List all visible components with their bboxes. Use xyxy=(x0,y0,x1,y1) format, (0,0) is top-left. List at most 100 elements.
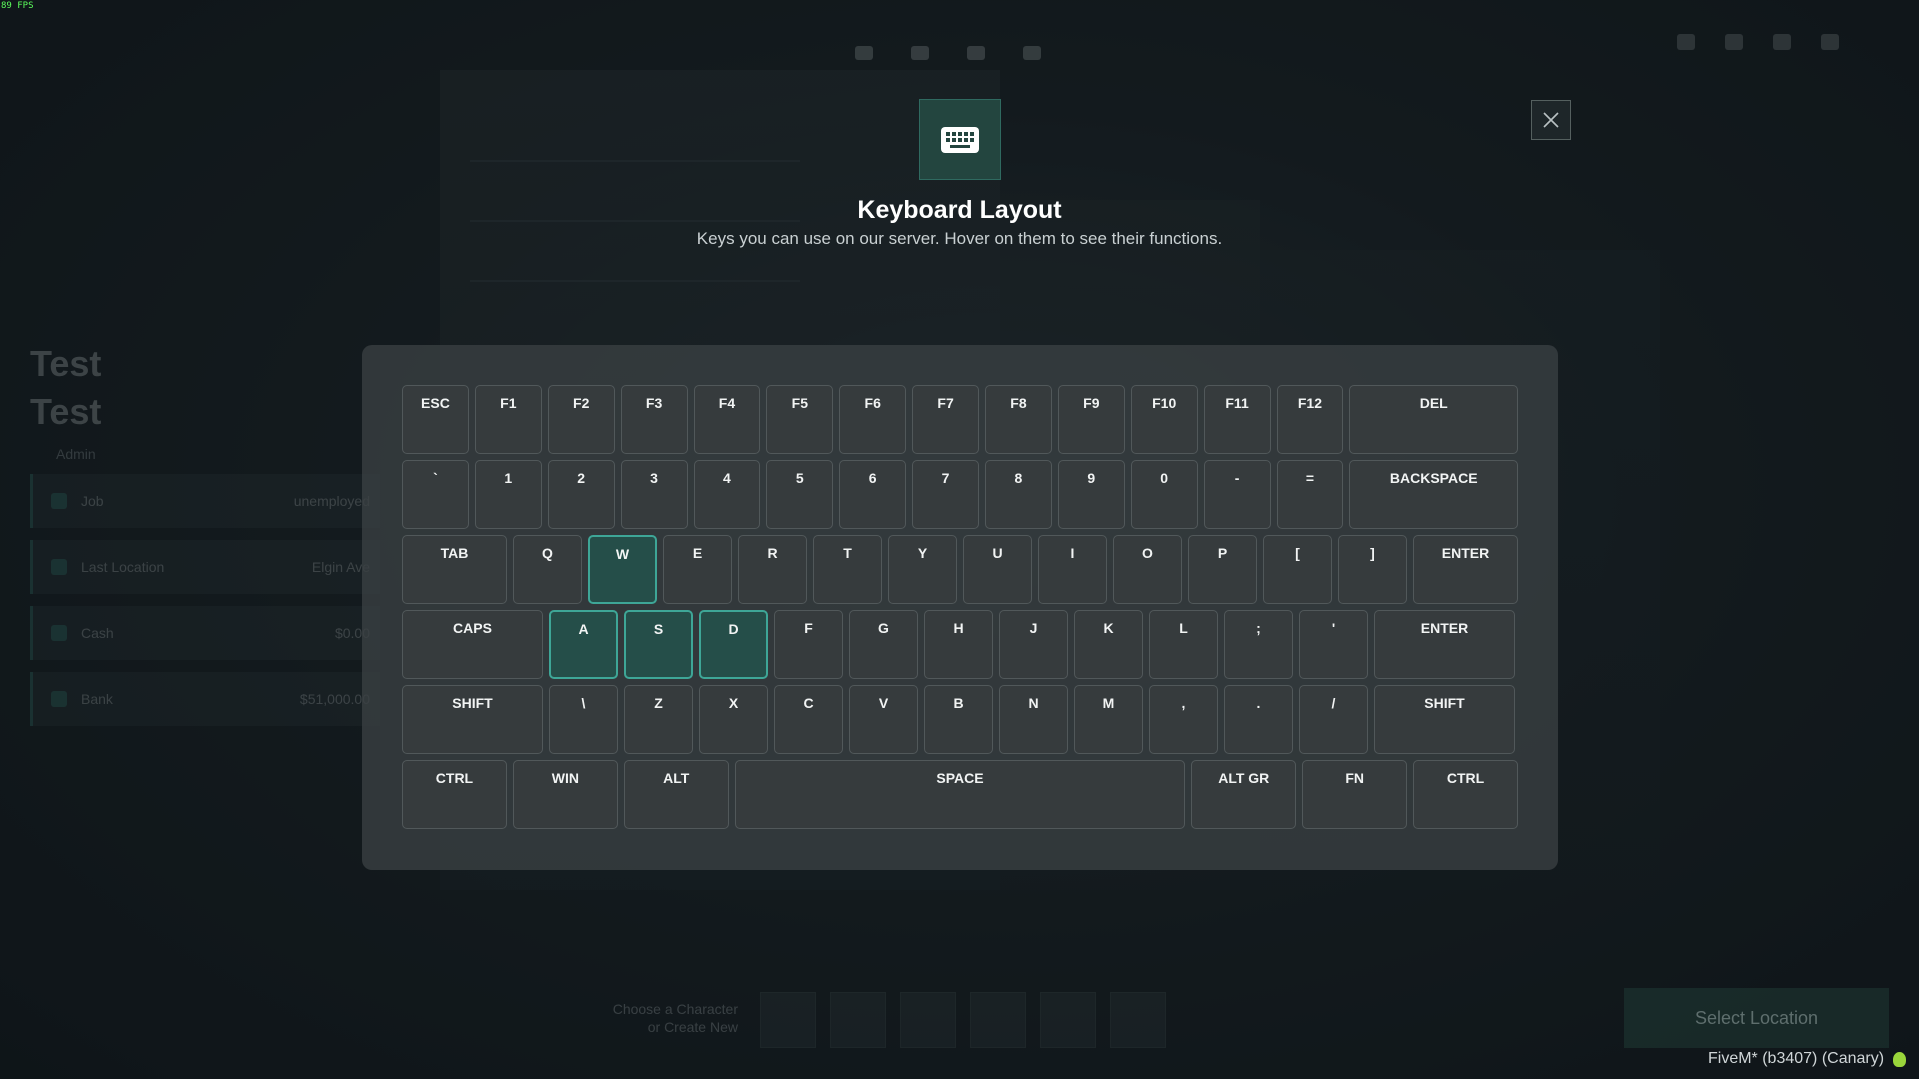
key-y[interactable]: Y xyxy=(888,535,957,604)
key-k[interactable]: K xyxy=(1074,610,1143,679)
key-9[interactable]: 9 xyxy=(1057,460,1125,529)
key-[interactable]: , xyxy=(1149,685,1218,754)
key-fn[interactable]: FN xyxy=(1302,760,1408,829)
key-enter[interactable]: ENTER xyxy=(1413,535,1518,604)
key-[interactable]: - xyxy=(1203,460,1271,529)
key-alt[interactable]: ALT xyxy=(623,760,729,829)
toolbar-icon[interactable] xyxy=(1677,34,1695,50)
key-tab[interactable]: TAB xyxy=(402,535,507,604)
settings-icon[interactable] xyxy=(1821,34,1839,50)
fivem-version: FiveM* (b3407) (Canary) xyxy=(1708,1050,1885,1067)
key-caps[interactable]: CAPS xyxy=(402,610,543,679)
key-[interactable]: ] xyxy=(1338,535,1407,604)
key-8[interactable]: 8 xyxy=(985,460,1052,529)
key-n[interactable]: N xyxy=(999,685,1068,754)
key-e[interactable]: E xyxy=(663,535,732,604)
key-s[interactable]: S xyxy=(624,610,693,679)
key-j[interactable]: J xyxy=(999,610,1068,679)
key-space[interactable]: SPACE xyxy=(734,760,1186,829)
character-slot[interactable] xyxy=(830,992,886,1048)
key-7[interactable]: 7 xyxy=(912,460,979,529)
key-enter[interactable]: ENTER xyxy=(1374,610,1515,679)
key-f4[interactable]: F4 xyxy=(693,385,761,454)
info-label: Bank xyxy=(81,691,113,707)
key-f6[interactable]: F6 xyxy=(839,385,907,454)
key-[interactable]: \ xyxy=(549,685,618,754)
character-slot[interactable] xyxy=(1040,992,1096,1048)
twitter-icon[interactable] xyxy=(911,46,929,60)
key-[interactable]: [ xyxy=(1263,535,1332,604)
key-f8[interactable]: F8 xyxy=(985,385,1052,454)
key-f10[interactable]: F10 xyxy=(1130,385,1198,454)
key-ctrl[interactable]: CTRL xyxy=(402,760,507,829)
key-f7[interactable]: F7 xyxy=(912,385,979,454)
discord-icon[interactable] xyxy=(855,46,873,60)
character-slot[interactable] xyxy=(900,992,956,1048)
key-win[interactable]: WIN xyxy=(512,760,618,829)
key-4[interactable]: 4 xyxy=(693,460,761,529)
key-g[interactable]: G xyxy=(849,610,918,679)
globe-icon[interactable] xyxy=(1023,46,1041,60)
key-f11[interactable]: F11 xyxy=(1203,385,1271,454)
key-esc[interactable]: ESC xyxy=(402,385,469,454)
select-location-button[interactable]: Select Location xyxy=(1624,988,1889,1048)
key-2[interactable]: 2 xyxy=(547,460,615,529)
character-slot[interactable] xyxy=(760,992,816,1048)
key-a[interactable]: A xyxy=(549,610,618,679)
key-label: E xyxy=(692,545,703,561)
key-d[interactable]: D xyxy=(699,610,768,679)
key-o[interactable]: O xyxy=(1113,535,1182,604)
key-3[interactable]: 3 xyxy=(620,460,688,529)
key-shift[interactable]: SHIFT xyxy=(1374,685,1515,754)
key-f9[interactable]: F9 xyxy=(1057,385,1125,454)
key-[interactable]: . xyxy=(1224,685,1293,754)
key-[interactable]: ` xyxy=(402,460,469,529)
key-r[interactable]: R xyxy=(738,535,807,604)
toolbar-icon[interactable] xyxy=(1725,34,1743,50)
key-f1[interactable]: F1 xyxy=(474,385,542,454)
key-b[interactable]: B xyxy=(924,685,993,754)
key-f12[interactable]: F12 xyxy=(1276,385,1344,454)
key-m[interactable]: M xyxy=(1074,685,1143,754)
key-q[interactable]: Q xyxy=(513,535,582,604)
key-6[interactable]: 6 xyxy=(839,460,907,529)
key-alt-gr[interactable]: ALT GR xyxy=(1191,760,1297,829)
key-c[interactable]: C xyxy=(774,685,843,754)
key-[interactable]: ; xyxy=(1224,610,1293,679)
key-label: F10 xyxy=(1152,395,1177,411)
key-label: F7 xyxy=(937,395,954,411)
key-label: ESC xyxy=(421,395,450,411)
key-i[interactable]: I xyxy=(1038,535,1107,604)
key-p[interactable]: P xyxy=(1188,535,1257,604)
map-pin-icon xyxy=(51,559,67,575)
key-f2[interactable]: F2 xyxy=(547,385,615,454)
key-del[interactable]: DEL xyxy=(1349,385,1519,454)
key-w[interactable]: W xyxy=(588,535,657,604)
youtube-icon[interactable] xyxy=(967,46,985,60)
key-f[interactable]: F xyxy=(774,610,843,679)
key-[interactable]: ' xyxy=(1299,610,1368,679)
key-l[interactable]: L xyxy=(1149,610,1218,679)
key-t[interactable]: T xyxy=(813,535,882,604)
key-h[interactable]: H xyxy=(924,610,993,679)
delete-slot[interactable] xyxy=(1110,992,1166,1048)
key-1[interactable]: 1 xyxy=(474,460,542,529)
key-f3[interactable]: F3 xyxy=(620,385,688,454)
key-label: F6 xyxy=(864,395,881,411)
key-z[interactable]: Z xyxy=(624,685,693,754)
key-shift[interactable]: SHIFT xyxy=(402,685,543,754)
key-u[interactable]: U xyxy=(963,535,1032,604)
toolbar-icon[interactable] xyxy=(1773,34,1791,50)
key-backspace[interactable]: BACKSPACE xyxy=(1349,460,1519,529)
close-button[interactable] xyxy=(1531,100,1571,140)
key-ctrl[interactable]: CTRL xyxy=(1413,760,1519,829)
key-0[interactable]: 0 xyxy=(1130,460,1198,529)
key-f5[interactable]: F5 xyxy=(766,385,834,454)
key-[interactable]: = xyxy=(1276,460,1344,529)
character-slot[interactable] xyxy=(970,992,1026,1048)
key-5[interactable]: 5 xyxy=(766,460,834,529)
key-label: 1 xyxy=(504,470,513,486)
key-[interactable]: / xyxy=(1299,685,1368,754)
key-v[interactable]: V xyxy=(849,685,918,754)
key-x[interactable]: X xyxy=(699,685,768,754)
